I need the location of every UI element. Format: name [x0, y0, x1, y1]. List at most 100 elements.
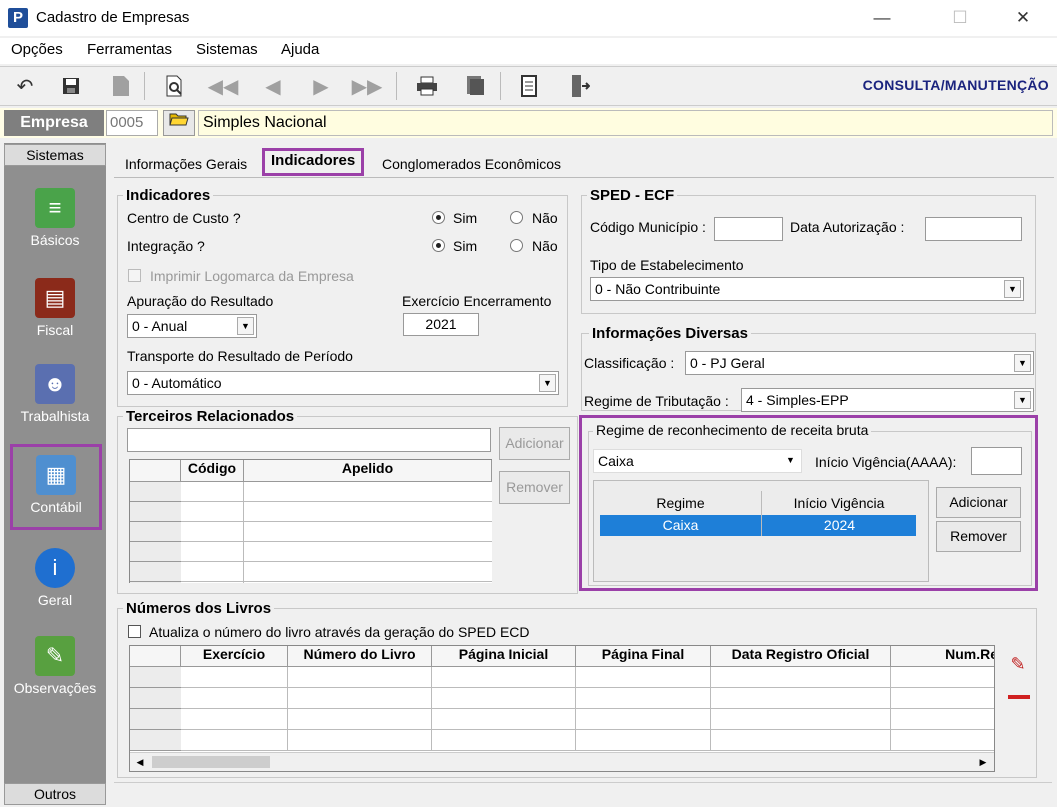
col-apelido[interactable]: Apelido — [244, 460, 492, 482]
sidebar-header[interactable]: Sistemas — [4, 144, 106, 166]
exit-door-icon[interactable] — [562, 70, 596, 102]
livros-grid[interactable]: Exercício Número do Livro Página Inicial… — [129, 645, 995, 772]
batch-print-icon[interactable] — [458, 70, 492, 102]
receita-regime-select[interactable]: Caixa ▼ — [593, 449, 802, 473]
empresa-name-field[interactable]: Simples Nacional — [198, 110, 1053, 136]
terceiros-add-button[interactable]: Adicionar — [499, 427, 570, 460]
edit-pencil-icon[interactable]: ✎ — [1007, 654, 1029, 676]
sidebar-item-contabil[interactable]: ▦ Contábil — [10, 444, 102, 530]
table-row-selected[interactable]: Caixa 2024 — [600, 515, 916, 536]
row-regime: Caixa — [600, 515, 762, 536]
transporte-label: Transporte do Resultado de Período — [127, 348, 353, 364]
close-button[interactable]: ✕ — [1003, 6, 1043, 30]
regime-tributacao-select[interactable]: 4 - Simples-EPP ▼ — [741, 388, 1034, 412]
maximize-button[interactable]: ☐ — [940, 6, 980, 30]
col-exercicio[interactable]: Exercício — [181, 646, 288, 667]
menu-opcoes[interactable]: Opções — [11, 41, 63, 58]
tipo-estabelecimento-label: Tipo de Estabelecimento — [590, 257, 744, 273]
tipo-estabelecimento-select[interactable]: 0 - Não Contribuinte ▼ — [590, 277, 1024, 301]
receita-add-button[interactable]: Adicionar — [936, 487, 1021, 518]
codigo-municipio-input[interactable] — [714, 217, 783, 241]
print-preview-icon[interactable] — [158, 70, 192, 102]
inicio-vigencia-label: Início Vigência(AAAA): — [815, 454, 957, 470]
report-icon[interactable] — [514, 70, 548, 102]
col-inicio-vigencia[interactable]: Início Vigência — [763, 491, 915, 515]
tab-conglomerados[interactable]: Conglomerados Econômicos — [382, 151, 561, 177]
sim-label: Sim — [453, 238, 478, 254]
horizontal-scrollbar[interactable]: ◀ ▶ — [130, 752, 994, 771]
centro-custo-sim-radio[interactable] — [432, 211, 445, 224]
sidebar-footer[interactable]: Outros — [4, 783, 106, 805]
tab-divider — [114, 177, 1054, 178]
tipo-value: 0 - Não Contribuinte — [595, 281, 721, 297]
terceiros-grid[interactable]: Código Apelido — [129, 459, 492, 583]
integracao-nao-radio[interactable] — [510, 239, 523, 252]
receita-title: Regime de reconhecimento de receita brut… — [593, 422, 872, 438]
col-num-registro[interactable]: Num.Re — [891, 646, 994, 667]
centro-custo-label: Centro de Custo ? — [127, 210, 241, 226]
data-autorizacao-input[interactable] — [925, 217, 1022, 241]
row-inicio: 2024 — [823, 517, 856, 533]
tab-indicadores[interactable]: Indicadores — [262, 148, 365, 176]
receita-remove-button[interactable]: Remover — [936, 521, 1021, 552]
sidebar-item-basicos[interactable]: ≡ Básicos — [4, 182, 106, 262]
atualiza-livro-checkbox[interactable] — [128, 625, 141, 638]
apuracao-value: 0 - Anual — [132, 318, 188, 334]
col-data-registro[interactable]: Data Registro Oficial — [711, 646, 891, 667]
previous-record-icon[interactable]: ◀ — [256, 70, 290, 102]
inicio-vigencia-input[interactable] — [971, 447, 1022, 475]
col-pagina-final[interactable]: Página Final — [576, 646, 711, 667]
document-icon[interactable] — [104, 70, 138, 102]
open-folder-icon[interactable] — [163, 110, 195, 136]
chevron-down-icon: ▼ — [1004, 280, 1021, 298]
row-headers — [130, 482, 181, 583]
next-record-icon[interactable]: ▶ — [304, 70, 338, 102]
undo-icon[interactable]: ↶ — [8, 70, 42, 102]
diversas-title: Informações Diversas — [589, 325, 751, 342]
integracao-sim-radio[interactable] — [432, 239, 445, 252]
apuracao-select[interactable]: 0 - Anual ▼ — [127, 314, 257, 338]
trabalhista-icon: ☻ — [35, 364, 75, 404]
sidebar-item-label: Geral — [37, 592, 73, 608]
sidebar-item-label: Trabalhista — [20, 408, 90, 424]
col-codigo[interactable]: Código — [181, 460, 244, 482]
nao-label: Não — [532, 238, 558, 254]
indicadores-title: Indicadores — [123, 187, 214, 204]
row-headers — [130, 667, 181, 751]
last-record-icon[interactable]: ▶▶ — [350, 70, 384, 102]
sidebar-item-trabalhista[interactable]: ☻ Trabalhista — [4, 358, 106, 438]
scrollbar-thumb[interactable] — [152, 756, 270, 768]
save-icon[interactable] — [54, 70, 88, 102]
minimize-button[interactable]: — — [862, 6, 902, 30]
menu-ferramentas[interactable]: Ferramentas — [87, 41, 172, 58]
terceiros-input[interactable] — [127, 428, 491, 452]
scroll-left-icon[interactable]: ◀ — [132, 755, 148, 769]
imprimir-logo-checkbox[interactable] — [128, 269, 141, 282]
menu-sistemas[interactable]: Sistemas — [196, 41, 258, 58]
sidebar-item-fiscal[interactable]: ▤ Fiscal — [4, 272, 106, 352]
transporte-select[interactable]: 0 - Automático ▼ — [127, 371, 559, 395]
empresa-code-field[interactable]: 0005 — [106, 110, 158, 136]
sidebar-item-observacoes[interactable]: ✎ Observações — [4, 630, 106, 710]
printer-icon[interactable] — [410, 70, 444, 102]
remove-minus-icon[interactable] — [1008, 695, 1030, 699]
exercicio-input[interactable]: 2021 — [403, 313, 479, 336]
chevron-down-icon: ▼ — [782, 452, 799, 470]
menu-ajuda[interactable]: Ajuda — [281, 41, 319, 58]
scroll-right-icon[interactable]: ▶ — [975, 755, 991, 769]
calculator-icon: ▦ — [36, 455, 76, 495]
col-pagina-inicial[interactable]: Página Inicial — [432, 646, 576, 667]
col-numero-livro[interactable]: Número do Livro — [288, 646, 432, 667]
basicos-icon: ≡ — [35, 188, 75, 228]
centro-custo-nao-radio[interactable] — [510, 211, 523, 224]
terceiros-remove-button[interactable]: Remover — [499, 471, 570, 504]
transporte-value: 0 - Automático — [132, 375, 222, 391]
sidebar-item-geral[interactable]: i Geral — [4, 542, 106, 622]
first-record-icon[interactable]: ◀◀ — [206, 70, 240, 102]
sidebar-item-label: Básicos — [30, 232, 80, 248]
imprimir-logo-label: Imprimir Logomarca da Empresa — [150, 268, 354, 284]
classificacao-select[interactable]: 0 - PJ Geral ▼ — [685, 351, 1034, 375]
tab-informacoes-gerais[interactable]: Informações Gerais — [125, 151, 247, 177]
col-regime[interactable]: Regime — [600, 491, 762, 515]
receita-grid[interactable]: Regime Início Vigência Caixa 2024 — [593, 480, 929, 582]
